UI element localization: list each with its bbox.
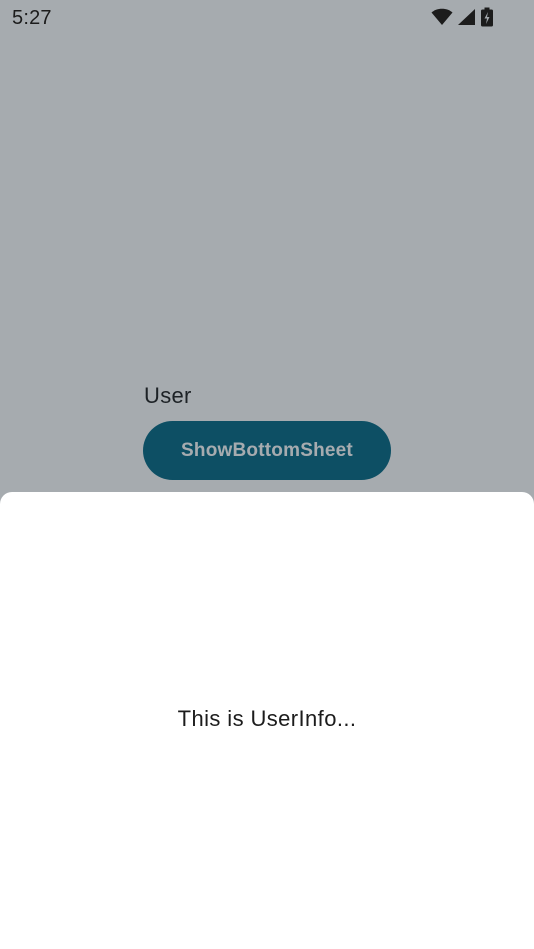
status-time: 5:27 xyxy=(12,7,52,29)
bottom-sheet: This is UserInfo... xyxy=(0,492,534,949)
status-bar: 5:27 xyxy=(0,0,534,36)
bottom-sheet-text: This is UserInfo... xyxy=(177,706,357,731)
battery-charging-icon xyxy=(480,7,494,27)
cellular-signal-icon xyxy=(457,8,476,26)
app-screen: User ShowBottomSheet 5:27 This is UserIn… xyxy=(0,0,534,949)
status-icons xyxy=(431,7,494,27)
wifi-icon xyxy=(431,8,453,26)
